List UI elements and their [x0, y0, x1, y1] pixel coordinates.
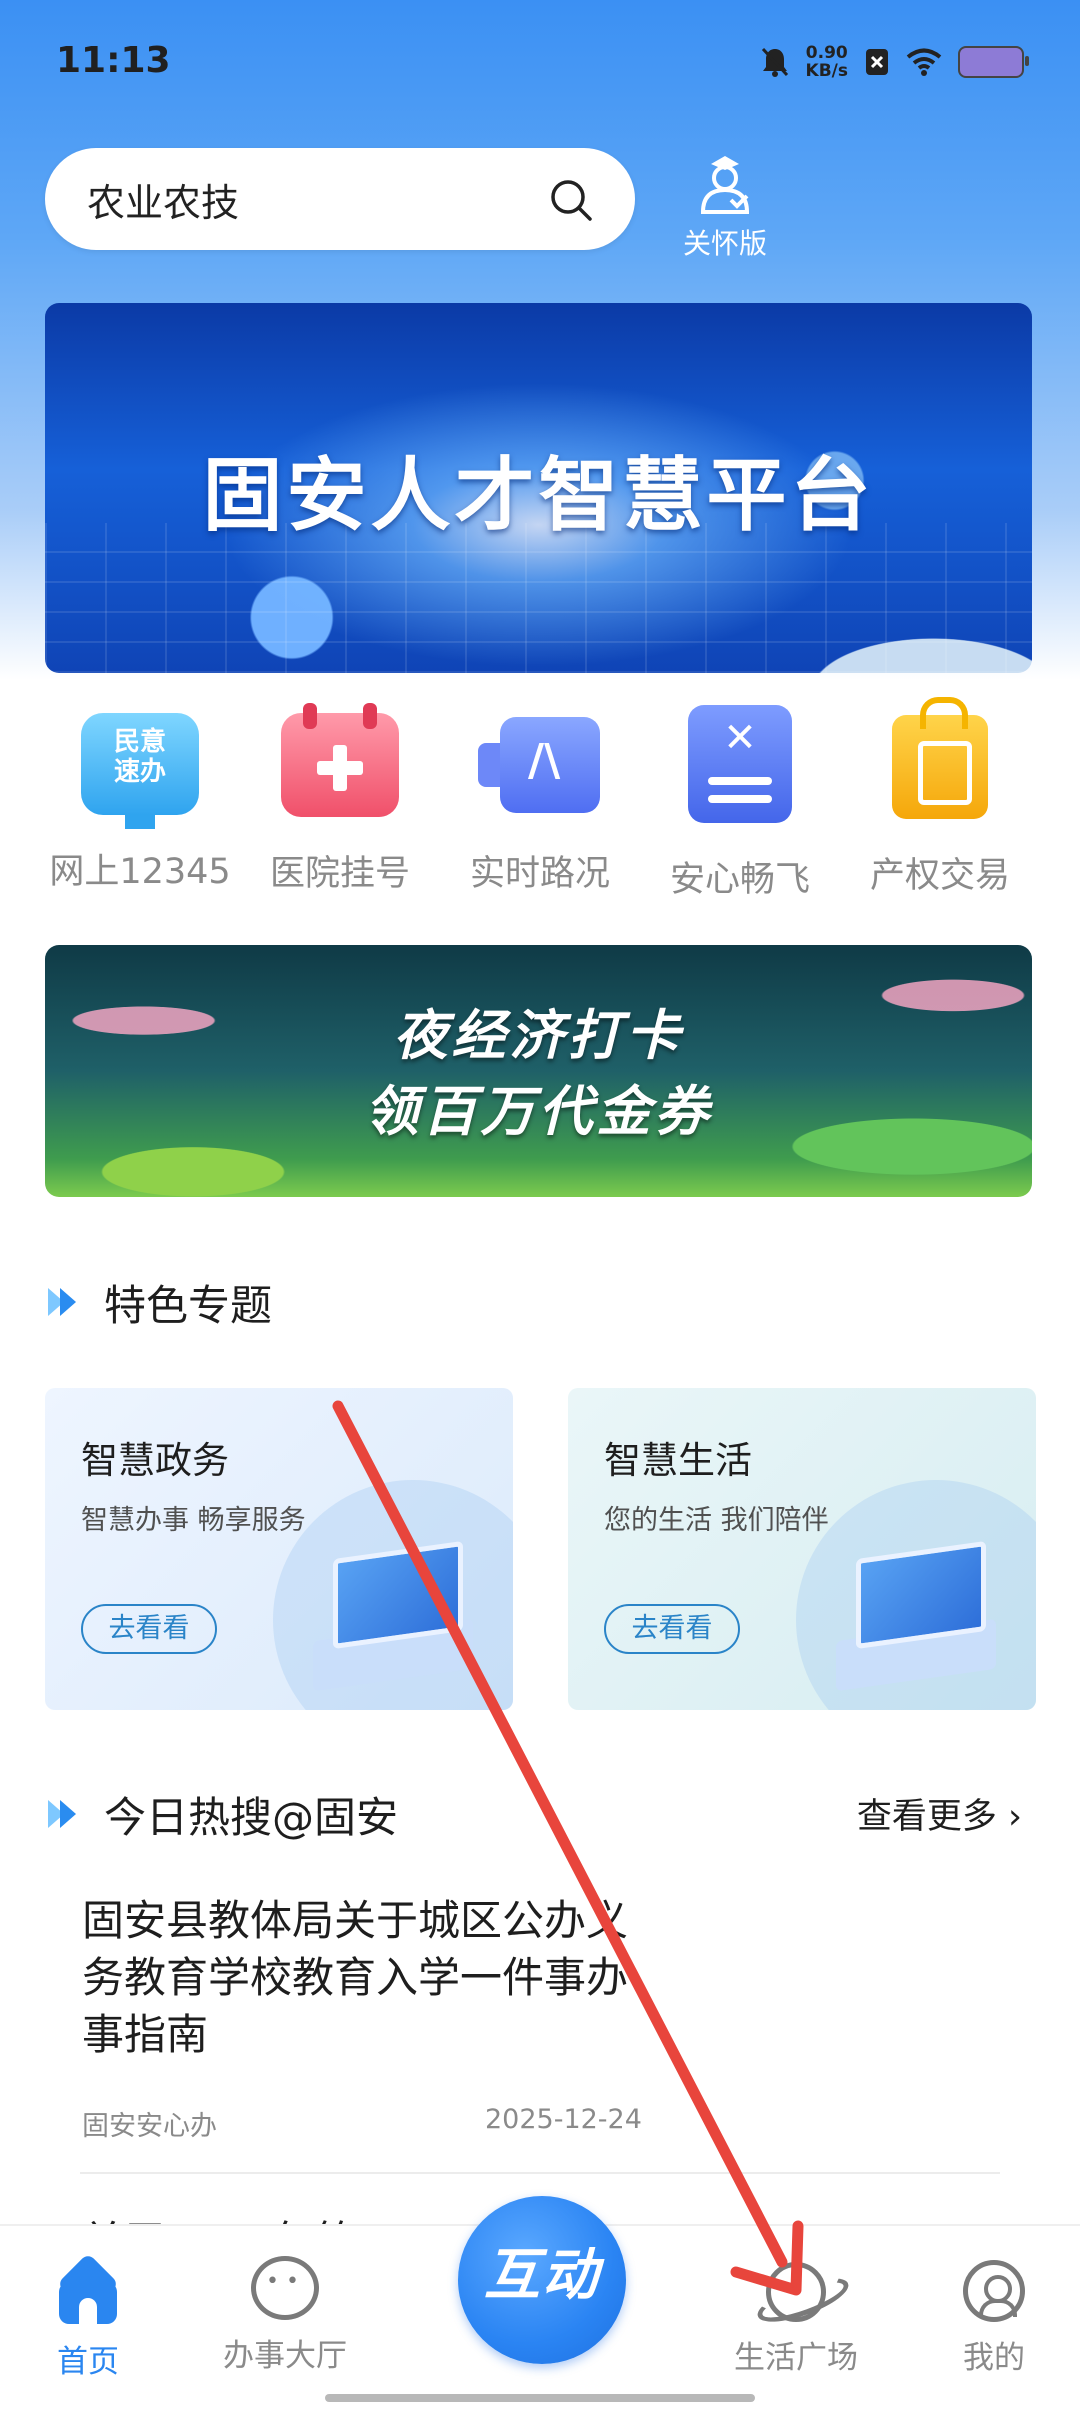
nav-label: 我的: [963, 2340, 1025, 2376]
card-title: 智慧生活: [604, 1439, 752, 1482]
news-date: 2025-12-24: [485, 2104, 642, 2135]
net-speed-unit: KB/s: [805, 61, 848, 81]
card-view-button[interactable]: 去看看: [604, 1604, 740, 1654]
double-chevron-icon: [48, 1794, 86, 1834]
featured-title: 特色专题: [104, 1280, 273, 1330]
night-economy-banner[interactable]: 夜经济打卡 领百万代金券: [45, 945, 1032, 1197]
care-mode-label: 关怀版: [682, 227, 767, 260]
profile-icon: [963, 2260, 1025, 2322]
news-source: 固安安心办: [82, 2111, 217, 2142]
night-banner-line1: 夜经济打卡: [393, 1004, 684, 1067]
search-input[interactable]: 农业农技: [45, 148, 635, 250]
service-12345[interactable]: 民意 速办 网上12345: [45, 705, 235, 905]
nav-life-plaza[interactable]: 生活广场: [716, 2256, 876, 2377]
nav-service-hall[interactable]: 办事大厅: [205, 2256, 365, 2375]
hot-search-title: 今日热搜@固安: [104, 1792, 399, 1842]
icon-text-suban: 速办: [113, 757, 166, 787]
service-drone[interactable]: ✕ 安心畅飞: [645, 705, 835, 905]
hero-banner[interactable]: 固安人才智慧平台: [45, 303, 1032, 673]
double-chevron-icon: [48, 1282, 86, 1322]
card-title: 智慧政务: [81, 1439, 229, 1482]
service-label: 网上12345: [49, 852, 231, 892]
drone-icon: ✕: [688, 705, 792, 823]
card-smart-life[interactable]: 智慧生活 您的生活 我们陪伴 去看看: [568, 1388, 1036, 1710]
isometric-city-illustration: [786, 1480, 1036, 1710]
hero-title: 固安人才智慧平台: [202, 449, 875, 542]
service-hospital[interactable]: 医院挂号: [245, 703, 435, 905]
service-label: 安心畅飞: [669, 860, 810, 900]
icon-text-minyi: 民意: [113, 727, 166, 757]
quick-services: 民意 速办 网上12345 医院挂号 /\ 实时路况 ✕ 安心畅飞 产权交易: [45, 697, 1035, 905]
card-view-button[interactable]: 去看看: [81, 1604, 217, 1654]
chat-icon: [251, 2256, 319, 2320]
status-bar: 11:13 0.90 KB/s: [0, 0, 1080, 120]
planet-icon: [766, 2262, 826, 2322]
card-smart-gov[interactable]: 智慧政务 智慧办事 畅享服务 去看看: [45, 1388, 513, 1710]
search-value: 农业农技: [87, 180, 240, 225]
network-speed: 0.90 KB/s: [806, 44, 848, 80]
minyi-suban-icon: 民意 速办: [81, 713, 199, 829]
nav-label: 办事大厅: [223, 2338, 347, 2374]
status-time: 11:13: [56, 40, 171, 81]
road-camera-icon: /\: [478, 713, 602, 817]
hot-search-header: 今日热搜@固安: [48, 1784, 398, 1844]
elder-care-icon: [700, 156, 750, 214]
nav-profile[interactable]: 我的: [914, 2256, 1074, 2377]
service-property[interactable]: 产权交易: [845, 697, 1035, 905]
service-label: 产权交易: [869, 856, 1010, 896]
news-title: 固安县教体局关于城区公办义务教育学校教育入学一件事办事指南: [82, 1896, 629, 2059]
wifi-icon: [906, 48, 942, 76]
sim-icon: [866, 49, 888, 75]
service-traffic[interactable]: /\ 实时路况: [445, 705, 635, 905]
nav-label: 首页: [57, 2344, 119, 2380]
trade-bag-icon: [892, 697, 988, 819]
bell-muted-icon: [761, 47, 788, 77]
battery-icon: [958, 46, 1029, 78]
night-banner-line2: 领百万代金券: [364, 1080, 713, 1143]
isometric-office-illustration: [263, 1480, 513, 1710]
service-label: 医院挂号: [269, 854, 410, 894]
interact-center-button[interactable]: 互动: [458, 2196, 626, 2364]
hospital-calendar-icon: [281, 703, 399, 817]
nav-label: 生活广场: [734, 2340, 858, 2376]
gesture-bar: [325, 2394, 755, 2402]
featured-header: 特色专题: [48, 1272, 272, 1332]
news-divider: [80, 2172, 1000, 2174]
status-icons: 0.90 KB/s: [760, 40, 1029, 84]
service-label: 实时路况: [469, 854, 610, 894]
search-icon[interactable]: [549, 178, 593, 222]
net-speed-value: 0.90: [805, 43, 848, 63]
nav-home[interactable]: 首页: [8, 2256, 168, 2381]
care-mode-button[interactable]: 关怀版: [680, 150, 770, 262]
view-more-link[interactable]: 查看更多 ›: [857, 1788, 1022, 1839]
home-icon: [53, 2256, 123, 2326]
